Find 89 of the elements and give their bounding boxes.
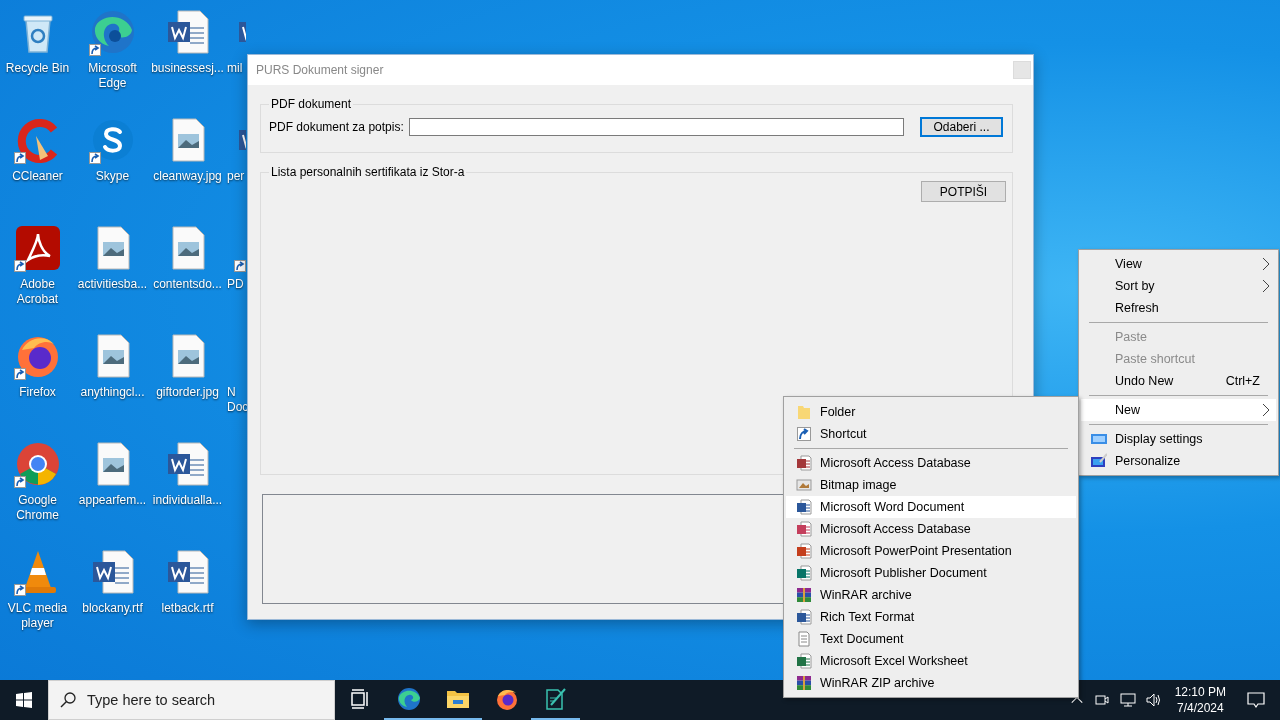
task-view-icon [349,689,370,709]
clock-date: 7/4/2024 [1176,700,1224,716]
network-icon[interactable] [1119,692,1136,708]
desktop-icon-label[interactable]: activitiesba... [76,277,149,292]
desktop-icon-label[interactable]: Adobe Acrobat [1,277,74,307]
desktop-icon-label[interactable]: businessesj... [151,61,224,76]
clock[interactable]: 12:10 PM 7/4/2024 [1174,684,1226,716]
desktop-icon-label[interactable]: Recycle Bin [1,61,74,76]
camera-icon[interactable] [1093,692,1110,708]
browser-icon [396,687,421,711]
menu-item[interactable]: Bitmap image [786,474,1076,496]
menu-item[interactable]: Shortcut [786,423,1076,445]
image-file-icon [796,477,812,493]
archive-icon [796,587,812,603]
desktop-icon-label[interactable]: individualla... [151,493,224,508]
paint-screen-icon [1091,453,1107,469]
desktop-icon-label[interactable]: letback.rtf [151,601,224,616]
menu-item[interactable]: Microsoft Access Database [786,518,1076,540]
menu-item[interactable]: Microsoft Access Database [786,452,1076,474]
folder-icon [796,404,812,420]
desktop-icon-label[interactable]: anythingcl... [76,385,149,400]
clock-time: 12:10 PM [1174,684,1226,700]
shortcut-icon [796,426,812,442]
shortcut-arrow-icon [13,152,26,164]
desktop-icon-label[interactable]: appearfem... [76,493,149,508]
text-file-icon [796,631,812,647]
menu-item[interactable]: Microsoft Excel Worksheet [786,650,1076,672]
desktop-icon-label[interactable]: Firefox [1,385,74,400]
chevron-right-icon [1262,403,1270,417]
menu-item[interactable]: Microsoft PowerPoint Presentation [786,540,1076,562]
shortcut-arrow-icon [88,152,101,164]
search-icon [60,692,76,708]
shortcut-arrow-icon [13,368,26,380]
desktop-icon-label[interactable]: PD [225,277,247,292]
menu-item[interactable]: WinRAR ZIP archive [786,672,1076,694]
chevron-right-icon [1262,279,1270,293]
desktop-icon-label[interactable]: contentsdo... [151,277,224,292]
menu-item[interactable]: Personalize [1081,450,1276,472]
menu-item[interactable]: Microsoft Word Document [786,496,1076,518]
desktop-icon-label[interactable]: mil [225,61,247,76]
menu-item[interactable]: New [1081,399,1276,421]
file-path-field[interactable] [409,118,904,136]
volume-icon[interactable] [1145,692,1162,708]
menu-item[interactable]: Undo New Ctrl+Z [1081,370,1276,392]
browser-icon [494,687,519,711]
desktop-icon-label[interactable]: VLC media player [1,601,74,631]
archive-icon [796,675,812,691]
chevron-right-icon [1262,257,1270,271]
document-icon [796,653,812,669]
menu-item[interactable]: View [1081,253,1276,275]
pdf-app-icon[interactable] [13,224,62,272]
group-title: Lista personalnih sertifikata iz Stor-a [270,165,466,179]
menu-item[interactable]: WinRAR archive [786,584,1076,606]
menu-item[interactable]: Microsoft Publisher Document [786,562,1076,584]
desktop-icon-label[interactable]: CCleaner [1,169,74,184]
document-icon [796,565,812,581]
document-icon [796,543,812,559]
menu-item[interactable]: Sort by [1081,275,1276,297]
menu-item[interactable]: Folder [786,401,1076,423]
shortcut-arrow-icon [13,476,26,488]
document-icon [796,521,812,537]
monitor-icon [1091,431,1107,447]
group-title: PDF dokument [270,97,353,111]
window-title: PURS Dokument signer [256,63,384,77]
search-field[interactable]: Type here to search [48,680,335,720]
desktop-icon-label[interactable]: cleanway.jpg [151,169,224,184]
shortcut-arrow-icon [88,44,101,56]
document-icon [796,455,812,471]
browse-button[interactable]: Odaberi ... [920,117,1003,137]
menu-item[interactable]: Refresh [1081,297,1276,319]
shortcut-arrow-icon [13,260,26,272]
pen-document-icon [543,687,568,711]
menu-item[interactable]: Rich Text Format [786,606,1076,628]
shortcut-arrow-icon [234,260,246,272]
document-icon [796,609,812,625]
notification-icon[interactable] [1246,690,1266,710]
field-label: PDF dokument za potpis: [269,120,405,134]
desktop-icon-label[interactable]: per [225,169,247,184]
desktop-icon-label[interactable]: Google Chrome [1,493,74,523]
sign-button[interactable]: POTPIŠI [921,181,1006,202]
desktop-icon-label[interactable]: giftorder.jpg [151,385,224,400]
document-icon [796,499,812,515]
desktop-icon-label[interactable]: blockany.rtf [76,601,149,616]
desktop-icon-label[interactable]: Skype [76,169,149,184]
desktop-icon-label[interactable]: Microsoft Edge [76,61,149,91]
menu-item[interactable]: Text Document [786,628,1076,650]
shortcut-arrow-icon [13,584,26,596]
menu-item[interactable]: Display settings [1081,428,1276,450]
windows-logo-icon [16,692,32,708]
